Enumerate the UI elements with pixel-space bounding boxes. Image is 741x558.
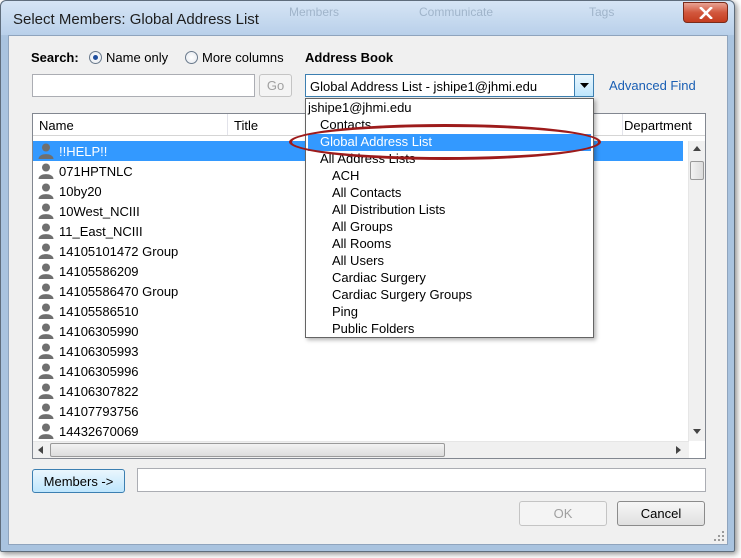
background-tab: Communicate — [419, 5, 494, 19]
search-input[interactable] — [32, 74, 255, 97]
dialog-window: Members Communicate Tags Select Members:… — [0, 0, 735, 552]
dropdown-item-public-folders[interactable]: Public Folders — [308, 321, 591, 338]
scroll-left-icon[interactable] — [38, 446, 43, 454]
column-header-department[interactable]: Department — [618, 114, 707, 135]
radio-more-columns-button[interactable] — [185, 51, 198, 64]
dropdown-item-global-address-list[interactable]: Global Address List — [308, 134, 591, 151]
person-icon — [37, 182, 55, 200]
table-row[interactable]: 14107793756 — [33, 401, 683, 421]
row-name: 14105101472 Group — [59, 243, 179, 259]
row-name: 10West_NCIII — [59, 203, 140, 219]
dropdown-item-all-groups[interactable]: All Groups — [308, 219, 591, 236]
person-icon — [37, 422, 55, 440]
row-name: 14106305990 — [59, 323, 139, 339]
window-title: Select Members: Global Address List — [13, 11, 259, 28]
dropdown-item-all-rooms[interactable]: All Rooms — [308, 236, 591, 253]
radio-more-columns-label: More columns — [202, 50, 284, 65]
go-button[interactable]: Go — [259, 74, 292, 97]
cancel-button[interactable]: Cancel — [617, 501, 705, 526]
person-icon — [37, 242, 55, 260]
table-row[interactable]: 14106305993 — [33, 341, 683, 361]
vertical-scroll-thumb[interactable] — [690, 161, 704, 180]
dropdown-item-ping[interactable]: Ping — [308, 304, 591, 321]
horizontal-scrollbar[interactable] — [33, 441, 689, 458]
address-book-selected: Global Address List - jshipe1@jhmi.edu — [310, 79, 538, 94]
row-name: 14432670069 — [59, 423, 139, 439]
dropdown-item-all-users[interactable]: All Users — [308, 253, 591, 270]
row-name: !!HELP!! — [59, 143, 108, 159]
table-row[interactable]: 14106305996 — [33, 361, 683, 381]
person-icon — [37, 202, 55, 220]
row-name: 14105586209 — [59, 263, 139, 279]
row-name: 10by20 — [59, 183, 102, 199]
dropdown-item-cardiac-surgery-groups[interactable]: Cardiac Surgery Groups — [308, 287, 591, 304]
dropdown-item-all-address-lists[interactable]: All Address Lists — [308, 151, 591, 168]
dropdown-item-account[interactable]: jshipe1@jhmi.edu — [308, 100, 591, 117]
person-icon — [37, 362, 55, 380]
row-name: 071HPTNLC — [59, 163, 133, 179]
dropdown-item-all-contacts[interactable]: All Contacts — [308, 185, 591, 202]
row-name: 14105586470 Group — [59, 283, 179, 299]
table-row[interactable]: 14432670069 — [33, 421, 683, 441]
title-bar: Members Communicate Tags Select Members:… — [1, 1, 734, 35]
person-icon — [37, 342, 55, 360]
close-icon — [698, 6, 713, 19]
horizontal-scroll-thumb[interactable] — [50, 443, 445, 457]
dropdown-item-ach[interactable]: ACH — [308, 168, 591, 185]
person-icon — [37, 142, 55, 160]
background-tab: Tags — [589, 5, 615, 19]
person-icon — [37, 382, 55, 400]
radio-name-only[interactable]: Name only — [89, 50, 168, 65]
dialog-body: Search: Name only More columns Address B… — [8, 35, 728, 545]
search-label: Search: — [31, 50, 79, 65]
members-field[interactable] — [137, 468, 706, 492]
person-icon — [37, 302, 55, 320]
radio-name-only-button[interactable] — [89, 51, 102, 64]
address-book-label: Address Book — [305, 50, 394, 65]
row-name: 14105586510 — [59, 303, 139, 319]
vertical-scrollbar[interactable] — [688, 141, 705, 441]
scroll-up-icon[interactable] — [693, 146, 701, 151]
resize-grip-icon[interactable] — [713, 530, 725, 542]
dropdown-item-contacts[interactable]: Contacts — [308, 117, 591, 134]
person-icon — [37, 162, 55, 180]
chevron-down-icon — [579, 82, 589, 88]
address-book-select[interactable]: Global Address List - jshipe1@jhmi.edu — [305, 74, 594, 97]
advanced-find-link[interactable]: Advanced Find — [609, 78, 696, 93]
background-tab: Members — [289, 5, 340, 19]
row-name: 14107793756 — [59, 403, 139, 419]
close-button[interactable] — [683, 2, 728, 23]
person-icon — [37, 322, 55, 340]
scroll-right-icon[interactable] — [676, 446, 681, 454]
dropdown-item-all-distribution-lists[interactable]: All Distribution Lists — [308, 202, 591, 219]
row-name: 14106307822 — [59, 383, 139, 399]
radio-name-only-label: Name only — [106, 50, 169, 65]
table-row[interactable]: 14106307822 — [33, 381, 683, 401]
address-book-dropdown-toggle[interactable] — [574, 75, 593, 96]
dropdown-item-cardiac-surgery[interactable]: Cardiac Surgery — [308, 270, 591, 287]
person-icon — [37, 262, 55, 280]
row-name: 11_East_NCIII — [59, 223, 143, 239]
row-name: 14106305996 — [59, 363, 139, 379]
person-icon — [37, 282, 55, 300]
members-button[interactable]: Members -> — [32, 469, 125, 493]
row-name: 14106305993 — [59, 343, 139, 359]
scroll-down-icon[interactable] — [693, 429, 701, 434]
address-book-dropdown-menu: jshipe1@jhmi.edu Contacts Global Address… — [305, 98, 594, 338]
column-header-name[interactable]: Name — [33, 114, 228, 135]
ok-button[interactable]: OK — [519, 501, 607, 526]
radio-more-columns[interactable]: More columns — [185, 50, 284, 65]
person-icon — [37, 402, 55, 420]
person-icon — [37, 222, 55, 240]
